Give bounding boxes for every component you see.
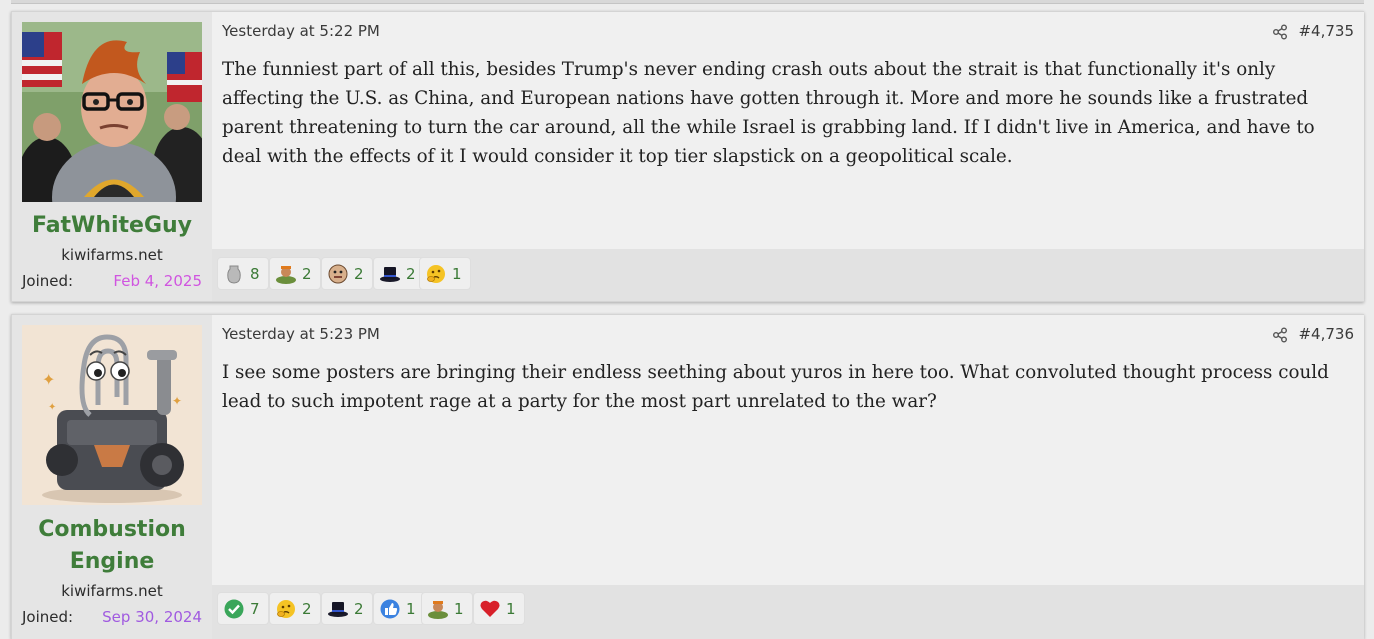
avatar-image: ✦ ✦ ✦	[22, 325, 202, 505]
user-cell: FatWhiteGuy kiwifarms.net Joined: Feb 4,…	[12, 12, 212, 301]
post-body: The funniest part of all this, besides T…	[222, 59, 1315, 167]
svg-text:✦: ✦	[48, 402, 56, 413]
joined-date: Feb 4, 2025	[113, 272, 202, 290]
user-cell: ✦ ✦ ✦ Combustion Engine kiwifarms.net Jo…	[12, 315, 212, 639]
thumbs-up-icon	[380, 599, 400, 618]
user-title: kiwifarms.net	[61, 246, 163, 264]
svg-text:✦: ✦	[42, 370, 55, 389]
reaction-count: 1	[406, 599, 416, 618]
reaction-count: 1	[506, 599, 516, 618]
reaction-checkmark[interactable]: 7	[217, 592, 269, 625]
avatar[interactable]: ✦ ✦ ✦	[22, 325, 202, 505]
user-title: kiwifarms.net	[61, 582, 163, 600]
reaction-heart[interactable]: 1	[473, 592, 525, 625]
reaction-thinking[interactable]: 2	[269, 592, 321, 625]
reaction-count: 2	[406, 264, 416, 283]
post-main: Yesterday at 5:22 PM #4,735 The funniest…	[212, 12, 1364, 301]
reaction-thinking[interactable]: 1	[419, 257, 471, 290]
face-icon	[328, 264, 348, 283]
joined-date: Sep 30, 2024	[102, 608, 202, 626]
reaction-count: 2	[302, 599, 312, 618]
post: FatWhiteGuy kiwifarms.net Joined: Feb 4,…	[11, 11, 1364, 302]
reaction-thumbs-up[interactable]: 1	[373, 592, 425, 625]
post-main: Yesterday at 5:23 PM #4,736 I see some p…	[212, 315, 1364, 639]
post-date[interactable]: Yesterday at 5:22 PM	[222, 22, 380, 40]
svg-text:✦: ✦	[172, 394, 182, 408]
reaction-count: 1	[452, 264, 462, 283]
post: ✦ ✦ ✦ Combustion Engine kiwifarms.net Jo…	[11, 314, 1364, 639]
post-date[interactable]: Yesterday at 5:23 PM	[222, 325, 380, 343]
reaction-count: 8	[250, 264, 260, 283]
thread-page: FatWhiteGuy kiwifarms.net Joined: Feb 4,…	[0, 0, 1374, 639]
reaction-count: 2	[354, 264, 364, 283]
username[interactable]: FatWhiteGuy	[12, 210, 212, 242]
reaction-count: 2	[354, 599, 364, 618]
username-line: Engine	[69, 549, 155, 574]
post-number-link[interactable]: #4,736	[1298, 325, 1354, 343]
india-icon	[428, 600, 448, 619]
avatar-image	[22, 22, 202, 202]
reaction-top-hat[interactable]: 2	[321, 592, 373, 625]
reaction-face[interactable]: 2	[321, 257, 373, 290]
username-line: Combustion	[38, 517, 186, 542]
checkmark-icon	[224, 599, 244, 618]
reactions-bar: 8 2 2 2 1	[212, 249, 1364, 301]
joined-label: Joined:	[22, 608, 74, 626]
joined-label: Joined:	[22, 272, 74, 290]
username[interactable]: Combustion Engine	[12, 514, 212, 578]
reaction-vase[interactable]: 8	[217, 257, 269, 290]
post-body: I see some posters are bringing their en…	[222, 362, 1329, 412]
india-icon	[276, 265, 296, 284]
thinking-icon	[277, 599, 295, 618]
share-icon[interactable]	[1272, 327, 1288, 343]
reactions-bar: 7 2 2 1 1 1	[212, 585, 1364, 639]
vase-icon	[227, 265, 241, 284]
previous-post-edge	[11, 0, 1364, 4]
reaction-india[interactable]: 2	[269, 257, 321, 290]
avatar[interactable]	[22, 22, 202, 202]
reaction-count: 2	[302, 264, 312, 283]
thinking-icon	[427, 264, 445, 283]
reaction-top-hat[interactable]: 2	[373, 257, 425, 290]
top-hat-icon	[380, 266, 400, 282]
reaction-count: 1	[454, 599, 464, 618]
reaction-count: 7	[250, 599, 260, 618]
reaction-india[interactable]: 1	[421, 592, 473, 625]
post-number-link[interactable]: #4,735	[1298, 22, 1354, 40]
top-hat-icon	[328, 601, 348, 617]
heart-icon	[480, 600, 500, 617]
share-icon[interactable]	[1272, 24, 1288, 40]
